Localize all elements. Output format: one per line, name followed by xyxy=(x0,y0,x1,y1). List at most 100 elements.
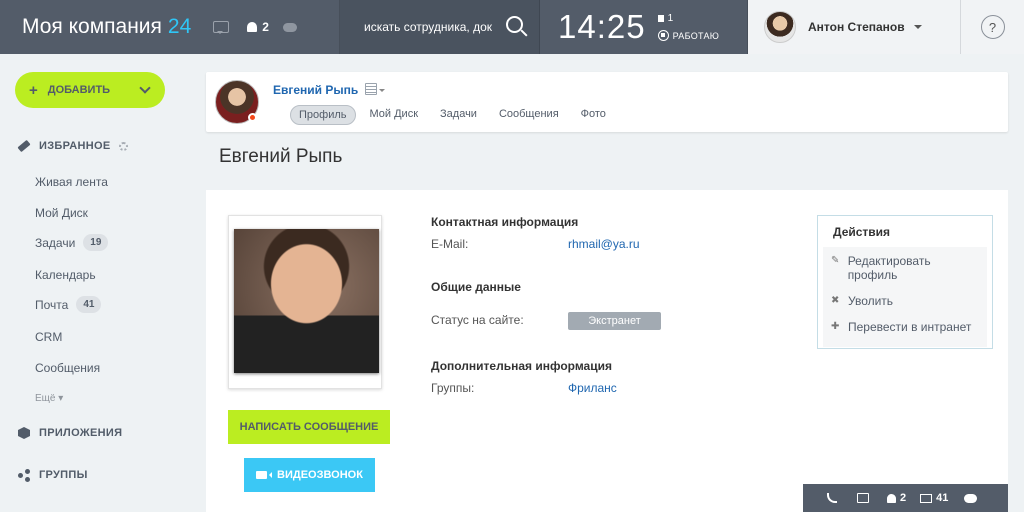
action-label: Перевести в интранет xyxy=(848,320,972,334)
apps-header[interactable]: ПРИЛОЖЕНИЯ xyxy=(18,427,122,439)
dismiss-action[interactable]: ✖ Уволить xyxy=(823,291,987,311)
mail-count: 41 xyxy=(936,492,949,504)
send-message-button[interactable]: НАПИСАТЬ СООБЩЕНИЕ xyxy=(228,410,390,444)
group-link[interactable]: Фриланс xyxy=(568,381,617,395)
sidebar-item-disk[interactable]: Мой Диск xyxy=(35,206,88,220)
action-label: Уволить xyxy=(848,294,894,308)
video-call-button[interactable]: ВИДЕОЗВОНОК xyxy=(244,458,375,492)
status-badge: Экстранет xyxy=(568,312,661,330)
apps-label: ПРИЛОЖЕНИЯ xyxy=(39,427,123,439)
actions-panel: Действия ✎ Редактировать профиль ✖ Уволи… xyxy=(817,215,993,349)
add-button-label: ДОБАВИТЬ xyxy=(47,84,111,96)
tasks-count-badge: 19 xyxy=(83,234,109,251)
search-area xyxy=(340,0,540,54)
notifications-count: 2 xyxy=(262,20,269,34)
menu-icon[interactable] xyxy=(365,83,377,95)
profile-card: НАПИСАТЬ СООБЩЕНИЕ ВИДЕОЗВОНОК Контактна… xyxy=(206,190,1008,512)
chevron-down-icon[interactable] xyxy=(139,82,151,94)
sidebar: + ДОБАВИТЬ ИЗБРАННОЕ Живая лента Мой Дис… xyxy=(0,54,195,512)
plus-icon: + xyxy=(29,81,38,99)
sidebar-more-link[interactable]: Ещё ▾ xyxy=(35,393,63,404)
favorites-label: ИЗБРАННОЕ xyxy=(39,140,111,152)
email-label: E-Mail: xyxy=(431,237,469,251)
logo-number[interactable]: 24 xyxy=(168,15,191,39)
sidebar-item-label: CRM xyxy=(35,330,63,344)
move-to-intranet-action[interactable]: ✚ Перевести в интранет xyxy=(823,317,987,337)
flag-count: 1 xyxy=(667,13,674,24)
actions-list: ✎ Редактировать профиль ✖ Уволить ✚ Пере… xyxy=(823,247,987,347)
profile-name-link[interactable]: Евгений Рыпь xyxy=(273,83,358,97)
user-menu[interactable]: Антон Степанов xyxy=(748,0,961,54)
sidebar-item-feed[interactable]: Живая лента xyxy=(35,175,108,189)
logo-area: Моя компания 24 2 xyxy=(0,0,340,54)
pencil-icon: ✎ xyxy=(831,255,840,266)
gear-icon[interactable] xyxy=(118,141,128,151)
search-icon[interactable] xyxy=(506,16,523,33)
pin-icon xyxy=(17,139,31,153)
sidebar-item-messages[interactable]: Сообщения xyxy=(35,361,100,375)
tab-messages[interactable]: Сообщения xyxy=(491,105,567,125)
share-icon xyxy=(18,469,30,482)
plus-icon: ✚ xyxy=(831,321,840,332)
email-link[interactable]: rhmail@ya.ru xyxy=(568,237,640,251)
phone-icon xyxy=(827,493,837,503)
user-name: Антон Степанов xyxy=(808,20,905,34)
sidebar-item-label: Мой Диск xyxy=(35,206,88,220)
stop-icon xyxy=(657,30,669,41)
sidebar-item-calendar[interactable]: Календарь xyxy=(35,268,96,282)
help-area: ? xyxy=(961,0,1024,54)
status-label: Статус на сайте: xyxy=(431,313,524,327)
cloud-icon[interactable] xyxy=(282,22,297,32)
chat-icon[interactable] xyxy=(213,21,230,34)
sidebar-item-mail[interactable]: Почта 41 xyxy=(35,296,102,313)
sidebar-item-label: Живая лента xyxy=(35,175,108,189)
sidebar-item-label: Календарь xyxy=(35,268,96,282)
tab-photos[interactable]: Фото xyxy=(573,105,614,125)
bell-icon xyxy=(247,22,258,32)
logo-name[interactable]: Моя компания xyxy=(22,15,162,39)
cloud-button[interactable] xyxy=(964,493,978,503)
action-label: Редактировать профиль xyxy=(847,254,931,282)
clock-time: 14:25 xyxy=(558,8,646,45)
chevron-down-icon[interactable] xyxy=(379,89,385,95)
video-call-label: ВИДЕОЗВОНОК xyxy=(277,469,363,481)
cloud-icon xyxy=(964,493,978,503)
sidebar-item-label: Сообщения xyxy=(35,361,101,375)
help-button[interactable]: ? xyxy=(980,15,1005,39)
notifications-button[interactable]: 2 xyxy=(247,20,269,34)
bell-icon xyxy=(887,493,896,503)
bottom-toolbar: 2 41 xyxy=(803,484,1008,512)
chat-button[interactable] xyxy=(857,493,869,503)
add-button[interactable]: + ДОБАВИТЬ xyxy=(15,72,165,108)
chevron-down-icon xyxy=(913,25,922,33)
tab-disk[interactable]: Мой Диск xyxy=(362,105,427,125)
edit-profile-action[interactable]: ✎ Редактировать профиль xyxy=(823,251,987,285)
mail-count-badge: 41 xyxy=(76,296,102,313)
profile-photo-frame xyxy=(228,215,382,389)
clock-area[interactable]: 14:25 1 РАБОТАЮ xyxy=(540,0,748,54)
tab-profile[interactable]: Профиль xyxy=(290,105,356,125)
work-status: 1 РАБОТАЮ xyxy=(657,13,720,41)
more-label: Ещё xyxy=(35,393,56,404)
profile-photo[interactable] xyxy=(234,229,379,373)
mail-button[interactable]: 41 xyxy=(920,492,948,504)
notifications-button[interactable]: 2 xyxy=(887,492,906,504)
phone-button[interactable] xyxy=(827,493,837,503)
actions-title: Действия xyxy=(833,225,891,239)
flag-icon xyxy=(657,15,664,22)
work-status-text: РАБОТАЮ xyxy=(672,30,720,41)
flag-counter: 1 xyxy=(657,13,720,24)
mail-icon xyxy=(920,493,933,503)
sidebar-item-crm[interactable]: CRM xyxy=(35,330,62,344)
tab-tasks[interactable]: Задачи xyxy=(432,105,485,125)
general-info-heading: Общие данные xyxy=(431,280,521,294)
sidebar-item-tasks[interactable]: Задачи 19 xyxy=(35,234,109,251)
online-status-dot xyxy=(248,113,257,122)
sidebar-item-label: Почта xyxy=(35,297,69,312)
favorites-header[interactable]: ИЗБРАННОЕ xyxy=(17,139,128,153)
video-camera-icon xyxy=(256,471,273,479)
groups-header[interactable]: ГРУППЫ xyxy=(18,469,88,482)
contact-info-heading: Контактная информация xyxy=(431,215,579,229)
search-input[interactable] xyxy=(364,20,494,34)
groups-label: Группы: xyxy=(431,381,475,395)
